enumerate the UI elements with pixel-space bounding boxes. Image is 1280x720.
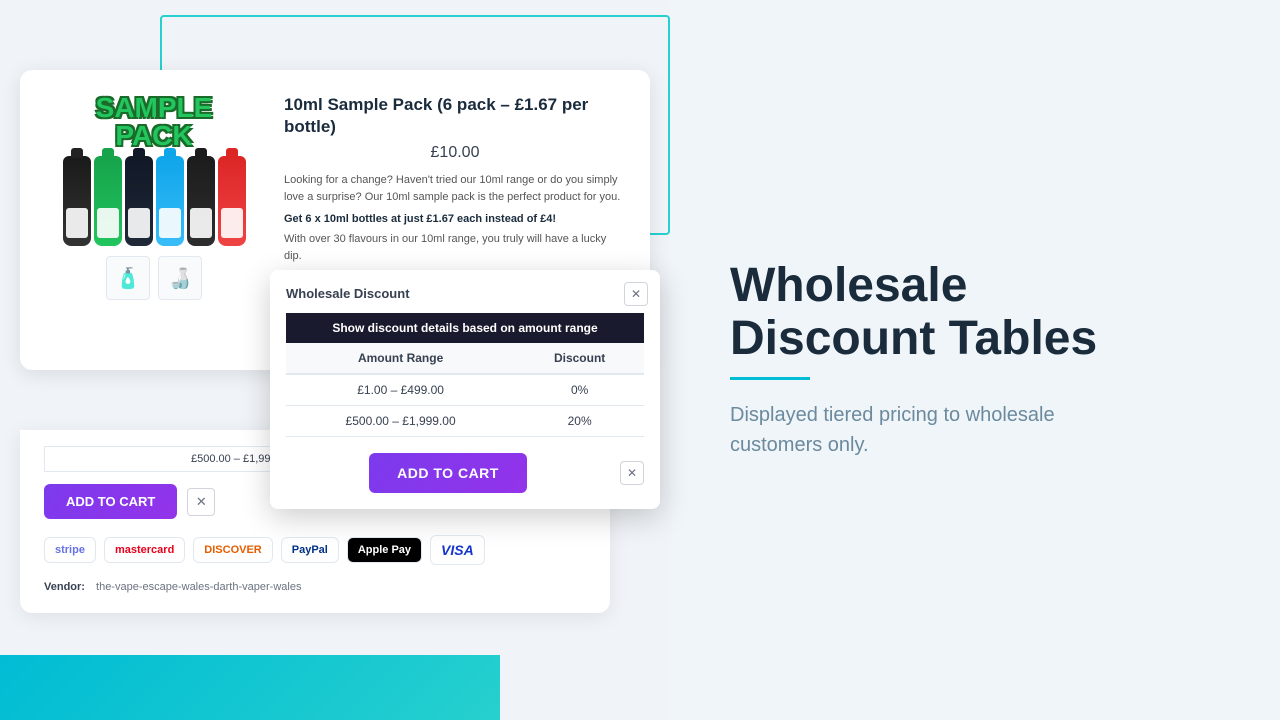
bottle-3 [125, 156, 153, 246]
popup-title: Wholesale Discount [286, 286, 644, 301]
thumbnail-1[interactable]: 🧴 [106, 256, 150, 300]
popup-close-button[interactable]: ✕ [624, 282, 648, 306]
title-line1: Wholesale [730, 259, 967, 312]
thumbnail-2[interactable]: 🍶 [158, 256, 202, 300]
product-image-area: SAMPLE PACK 🧴 🍶 [44, 94, 264, 330]
product-price: £10.00 [284, 144, 626, 162]
payment-discover: DISCOVER [193, 537, 272, 563]
wholesale-popup: Wholesale Discount ✕ Show discount detai… [270, 270, 660, 509]
payment-mastercard: mastercard [104, 537, 185, 563]
discount-1: 0% [515, 374, 644, 406]
logo-line2: PACK [44, 122, 264, 150]
product-description: Looking for a change? Haven't tried our … [284, 172, 626, 205]
bottle-1 [63, 156, 91, 246]
thumbnails: 🧴 🍶 [44, 256, 264, 300]
logo-line1: SAMPLE [44, 94, 264, 122]
payment-icons: stripe mastercard DISCOVER PayPal Apple … [44, 535, 586, 565]
popup-add-to-cart-button[interactable]: ADD TO CART [369, 453, 527, 493]
product-extra-desc: With over 30 flavours in our 10ml range,… [284, 231, 626, 264]
table-header: Show discount details based on amount ra… [286, 313, 644, 343]
wholesale-subtitle: Displayed tiered pricing to wholesale cu… [730, 400, 1130, 460]
sample-pack-logo: SAMPLE PACK [44, 94, 264, 150]
title-line2: Discount Tables [730, 312, 1097, 365]
add-to-cart-button[interactable]: ADD TO CART [44, 484, 177, 519]
popup-close-x-button[interactable]: ✕ [620, 461, 644, 485]
payment-paypal: PayPal [281, 537, 339, 563]
bottle-2 [94, 156, 122, 246]
payment-applepay: Apple Pay [347, 537, 422, 563]
payment-visa: VISA [430, 535, 485, 565]
table-row: £500.00 – £1,999.00 20% [286, 406, 644, 437]
amount-range-2: £500.00 – £1,999.00 [286, 406, 515, 437]
table-row: £1.00 – £499.00 0% [286, 374, 644, 406]
bottle-5 [187, 156, 215, 246]
title-underline [730, 377, 810, 380]
wholesale-heading: Wholesale Discount Tables [730, 260, 1130, 366]
amount-range-1: £1.00 – £499.00 [286, 374, 515, 406]
bottom-teal-bar [0, 655, 500, 720]
product-highlight: Get 6 x 10ml bottles at just £1.67 each … [284, 213, 626, 225]
bottles-row [44, 156, 264, 246]
vendor-label: Vendor: [44, 581, 85, 593]
bottle-6 [218, 156, 246, 246]
col-amount-range: Amount Range [286, 343, 515, 374]
payment-stripe: stripe [44, 537, 96, 563]
vendor-row: Vendor: the-vape-escape-wales-darth-vape… [44, 581, 586, 593]
close-button-small[interactable]: ✕ [187, 488, 215, 516]
bottle-4 [156, 156, 184, 246]
right-panel: Wholesale Discount Tables Displayed tier… [670, 0, 1280, 720]
right-panel-content: Wholesale Discount Tables Displayed tier… [730, 260, 1130, 461]
product-title: 10ml Sample Pack (6 pack – £1.67 per bot… [284, 94, 626, 138]
vendor-value: the-vape-escape-wales-darth-vaper-wales [96, 581, 301, 593]
discount-table: Show discount details based on amount ra… [286, 313, 644, 437]
discount-2: 20% [515, 406, 644, 437]
col-discount: Discount [515, 343, 644, 374]
